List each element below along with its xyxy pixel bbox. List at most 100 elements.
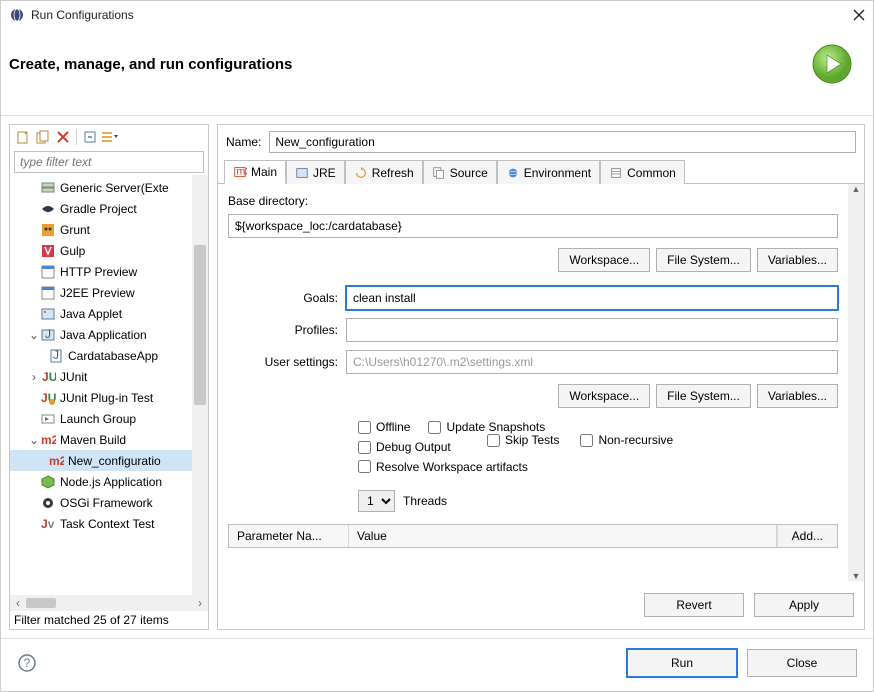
tree-item-cardatabaseapp[interactable]: JCardatabaseApp xyxy=(10,345,192,366)
update-snapshots-checkbox[interactable]: Update Snapshots xyxy=(428,420,545,434)
tab-refresh[interactable]: Refresh xyxy=(345,160,423,184)
svg-text:Jv: Jv xyxy=(41,517,55,531)
tree-item-label: J2EE Preview xyxy=(60,286,135,300)
tree-item-gulp[interactable]: Gulp xyxy=(10,240,192,261)
http-icon xyxy=(40,264,56,280)
tree-vertical-scrollbar[interactable] xyxy=(192,175,208,595)
parameter-table: Parameter Na... Value Add... xyxy=(228,524,838,548)
skip-tests-checkbox[interactable]: Skip Tests xyxy=(487,433,559,447)
close-button[interactable]: Close xyxy=(747,649,857,677)
new-config-icon[interactable] xyxy=(14,128,32,146)
tab-label: Source xyxy=(450,166,488,180)
tree-item-java-applet[interactable]: Java Applet xyxy=(10,303,192,324)
j2ee-icon xyxy=(40,285,56,301)
main-tab-icon: m2 xyxy=(233,165,247,179)
user-settings-label: User settings: xyxy=(228,355,338,369)
filesystem-button[interactable]: File System... xyxy=(656,248,751,272)
tab-common[interactable]: Common xyxy=(600,160,685,184)
applet-icon xyxy=(40,306,56,322)
collapse-all-icon[interactable] xyxy=(81,128,99,146)
workspace-button-2[interactable]: Workspace... xyxy=(558,384,650,408)
tree-item-launch-group[interactable]: Launch Group xyxy=(10,408,192,429)
tree-item-label: Maven Build xyxy=(60,433,126,447)
profiles-input[interactable] xyxy=(346,318,838,342)
filesystem-button-2[interactable]: File System... xyxy=(656,384,751,408)
tab-main[interactable]: m2Main xyxy=(224,160,286,184)
tree-item-label: Task Context Test xyxy=(60,517,155,531)
tree-item-maven-build[interactable]: ⌄m2Maven Build xyxy=(10,429,192,450)
tab-source[interactable]: Source xyxy=(423,160,497,184)
goals-input[interactable] xyxy=(346,286,838,310)
close-icon[interactable] xyxy=(853,9,865,21)
help-icon[interactable]: ? xyxy=(17,653,37,673)
threads-select[interactable]: 1 xyxy=(358,490,395,512)
filter-dropdown-icon[interactable] xyxy=(101,128,119,146)
base-dir-input[interactable] xyxy=(228,214,838,238)
maven-icon: m2 xyxy=(40,432,56,448)
tree-item-java-application[interactable]: ⌄J Java Application xyxy=(10,324,192,345)
server-icon xyxy=(40,180,56,196)
offline-checkbox[interactable]: Offline xyxy=(358,420,410,434)
tree-item-junit[interactable]: ›JUJUnit xyxy=(10,366,192,387)
filter-status: Filter matched 25 of 27 items xyxy=(10,611,208,629)
tree-item-label: Node.js Application xyxy=(60,475,162,489)
delete-config-icon[interactable] xyxy=(54,128,72,146)
environment-tab-icon xyxy=(506,166,520,180)
run-button[interactable]: Run xyxy=(627,649,737,677)
add-parameter-button[interactable]: Add... xyxy=(777,525,837,547)
param-value-column[interactable]: Value xyxy=(349,525,777,547)
svg-text:JU: JU xyxy=(42,370,56,384)
tree-item-label: Gulp xyxy=(60,244,85,258)
svg-text:m2: m2 xyxy=(41,433,56,447)
resolve-workspace-checkbox[interactable]: Resolve Workspace artifacts xyxy=(358,453,838,480)
tree-item-label: Launch Group xyxy=(60,412,136,426)
tree-item-label: Grunt xyxy=(60,223,90,237)
user-settings-input[interactable] xyxy=(346,350,838,374)
jre-tab-icon xyxy=(295,166,309,180)
tree-item-label: Generic Server(Exte xyxy=(60,181,169,195)
tree-item-label: Gradle Project xyxy=(60,202,137,216)
junit-icon: JU xyxy=(40,369,56,385)
tab-jre[interactable]: JRE xyxy=(286,160,345,184)
tab-bar: m2MainJRE Refresh Source EnvironmentCommon xyxy=(218,159,864,184)
variables-button[interactable]: Variables... xyxy=(757,248,838,272)
tree-item-junit-plug-in-test[interactable]: JU JUnit Plug-in Test xyxy=(10,387,192,408)
content-vertical-scrollbar[interactable]: ▲▼ xyxy=(848,184,864,581)
tree-item-gradle-project[interactable]: Gradle Project xyxy=(10,198,192,219)
tree-item-new-configuratio[interactable]: m2New_configuratio xyxy=(10,450,192,471)
config-tree-pane: Generic Server(Exte Gradle Project Grunt Gu… xyxy=(9,124,209,630)
launch-group-icon xyxy=(40,411,56,427)
name-label: Name: xyxy=(226,135,261,149)
twisty-icon: ⌄ xyxy=(28,328,40,342)
tree-item-label: OSGi Framework xyxy=(60,496,153,510)
tree-item-node-js-application[interactable]: Node.js Application xyxy=(10,471,192,492)
config-tree[interactable]: Generic Server(Exte Gradle Project Grunt Gu… xyxy=(10,175,192,595)
tree-item-j2ee-preview[interactable]: J2EE Preview xyxy=(10,282,192,303)
param-name-column[interactable]: Parameter Na... xyxy=(229,525,349,547)
junit-plugin-icon: JU xyxy=(40,390,56,406)
tab-environment[interactable]: Environment xyxy=(497,160,600,184)
tree-item-label: Java Application xyxy=(60,328,147,342)
workspace-button[interactable]: Workspace... xyxy=(558,248,650,272)
filter-input[interactable] xyxy=(14,151,204,173)
tree-item-generic-server-exte[interactable]: Generic Server(Exte xyxy=(10,177,192,198)
duplicate-config-icon[interactable] xyxy=(34,128,52,146)
tree-item-label: HTTP Preview xyxy=(60,265,137,279)
svg-text:J: J xyxy=(53,348,59,362)
revert-button[interactable]: Revert xyxy=(644,593,744,617)
tree-item-task-context-test[interactable]: Jv Task Context Test xyxy=(10,513,192,534)
tree-horizontal-scrollbar[interactable]: ‹› xyxy=(10,595,208,611)
name-input[interactable] xyxy=(269,131,856,153)
java-icon: J xyxy=(40,327,56,343)
tab-label: Refresh xyxy=(372,166,414,180)
non-recursive-checkbox[interactable]: Non-recursive xyxy=(580,433,673,447)
tree-item-http-preview[interactable]: HTTP Preview xyxy=(10,261,192,282)
svg-text:?: ? xyxy=(24,656,31,670)
tree-item-label: JUnit Plug-in Test xyxy=(60,391,153,405)
variables-button-2[interactable]: Variables... xyxy=(757,384,838,408)
tree-item-grunt[interactable]: Grunt xyxy=(10,219,192,240)
apply-button[interactable]: Apply xyxy=(754,593,854,617)
svg-text:m2: m2 xyxy=(237,166,248,178)
profiles-label: Profiles: xyxy=(228,323,338,337)
tree-item-osgi-framework[interactable]: OSGi Framework xyxy=(10,492,192,513)
